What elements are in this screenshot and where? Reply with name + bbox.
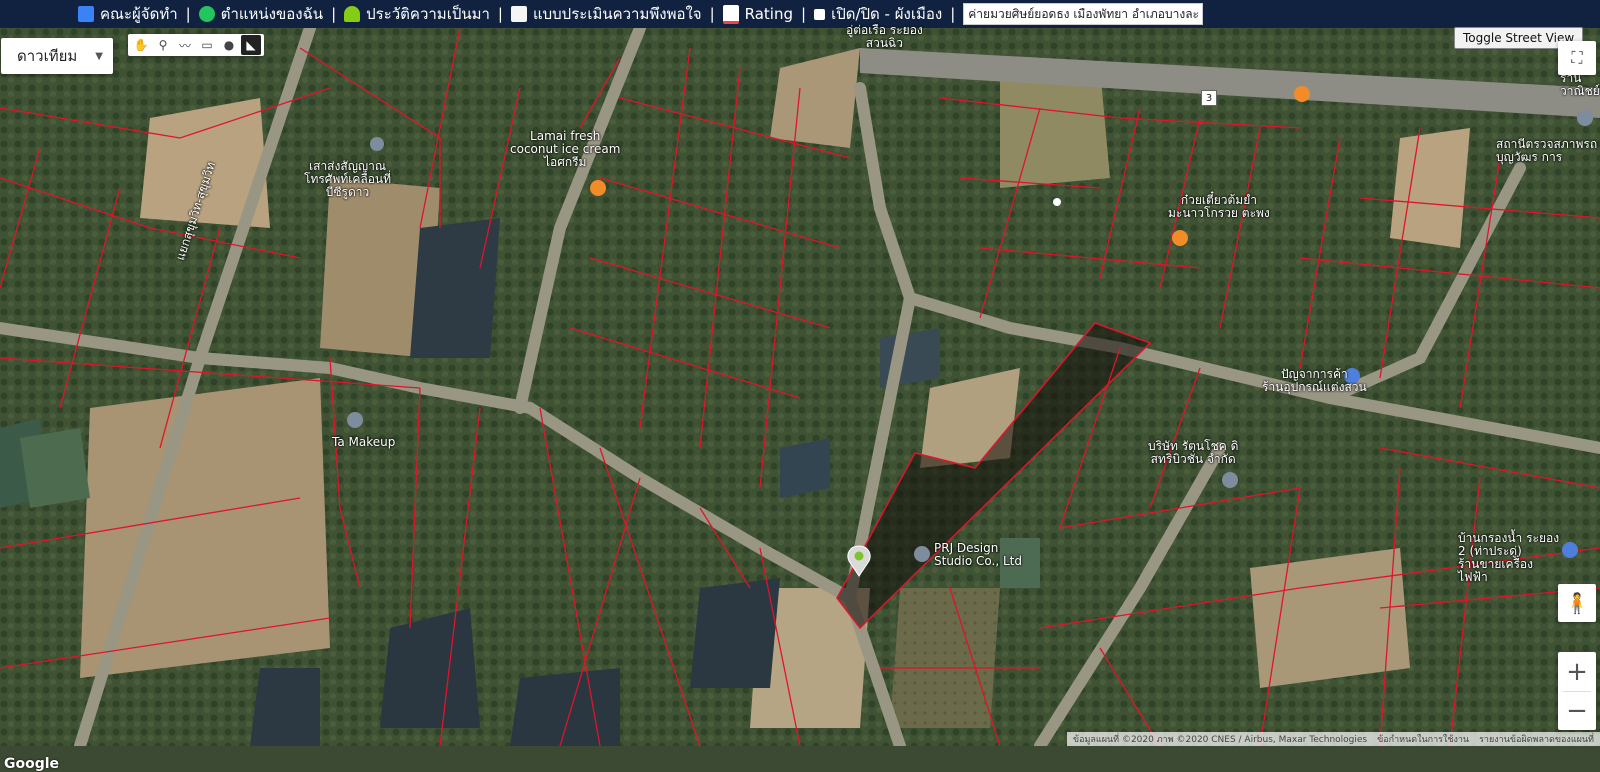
sprout-icon: [344, 6, 361, 22]
place-search-input[interactable]: [963, 3, 1204, 25]
globe-icon: [198, 6, 215, 22]
map-label-shop-right: ร้าน วาณิชย์: [1560, 72, 1600, 98]
google-logo: Google: [4, 756, 60, 772]
nav-item-rating[interactable]: Rating: [719, 4, 797, 24]
nav-label-team: คณะผู้จัดทำ: [100, 5, 178, 23]
polyline-icon[interactable]: 〰: [175, 35, 195, 55]
route-shield: 3: [1201, 90, 1217, 106]
map-label-ta-makeup: Ta Makeup: [332, 436, 395, 449]
nav-label-my-location: ตำแหน่งของฉัน: [220, 5, 324, 23]
map-label-text: บริษัท รัตนโชค ดิ สทริบิวชั่น จำกัด: [1148, 439, 1239, 466]
map-label-prj: PRJ Design Studio Co., Ltd: [934, 542, 1022, 568]
fullscreen-icon[interactable]: ⛶: [1558, 41, 1596, 75]
zoom-control: + −: [1558, 652, 1596, 730]
map-label-top-center: อู่ต่อเรือ ระยอง สวนฉิว: [846, 24, 923, 50]
map-label-lamai: Lamai fresh coconut ice cream ไอศกรีม: [510, 130, 620, 169]
map-label-text: เสาส่งสัญญาณ โทรศัพท์เคลื่อนที่ บีซีรูดา…: [304, 159, 392, 199]
nav-separator: |: [709, 5, 715, 23]
nav-separator: |: [331, 5, 337, 23]
map-label-text: Lamai fresh coconut ice cream ไอศกรีม: [510, 129, 621, 169]
terms-link[interactable]: ข้อกำหนดในการใช้งาน: [1377, 732, 1469, 746]
satellite-map[interactable]: Lamai fresh coconut ice cream ไอศกรีม ก๋…: [0, 22, 1600, 772]
map-type-select[interactable]: ดาวเทียม ▼: [1, 38, 113, 74]
map-label-station: สถานีตรวจสภาพรถ บุญวัฒร การ: [1496, 138, 1597, 164]
checkbox-icon[interactable]: [814, 8, 826, 20]
map-label-text: PRJ Design Studio Co., Ltd: [934, 541, 1022, 568]
polygon-icon[interactable]: ◣: [241, 35, 261, 55]
map-label-text: ปัญจาการค้า ร้านอุปกรณ์แต่งสวน: [1262, 367, 1367, 394]
map-attribution: ข้อมูลแผนที่ ©2020 ภาพ ©2020 CNES / Airb…: [1066, 732, 1600, 746]
nav-item-team[interactable]: คณะผู้จัดทำ: [74, 2, 182, 26]
map-type-label: ดาวเทียม: [17, 47, 78, 65]
zoom-out-button[interactable]: −: [1558, 692, 1596, 730]
map-label-text: บ้านกรองน้ำ ระยอง 2 (ท่าประดู่) ร้านขายเ…: [1458, 531, 1560, 584]
marker-icon[interactable]: ⚲: [153, 35, 173, 55]
circle-icon[interactable]: ●: [219, 35, 239, 55]
attribution-text: ข้อมูลแผนที่ ©2020 ภาพ ©2020 CNES / Airb…: [1072, 735, 1368, 745]
top-nav-bar: คณะผู้จัดทำ | ตำแหน่งของฉัน | ประวัติควา…: [0, 0, 1600, 28]
nav-item-history[interactable]: ประวัติความเป็นมา: [340, 2, 494, 26]
people-icon: [78, 6, 94, 22]
drawing-toolbar: ✋ ⚲ 〰 ▭ ● ◣: [128, 34, 264, 56]
nav-separator: |: [185, 5, 191, 23]
map-label-kuaytiew: ก๋วยเตี๋ยวต้มยำ มะนาวโกรวย ตะพง: [1168, 194, 1270, 220]
nav-item-survey[interactable]: แบบประเมินความพึงพอใจ: [507, 2, 706, 26]
map-label-text: ร้าน วาณิชย์: [1560, 71, 1600, 98]
map-label-text: อู่ต่อเรือ ระยอง สวนฉิว: [846, 23, 923, 50]
pegman-icon[interactable]: 🧍: [1558, 584, 1596, 622]
chevron-down-icon: ▼: [95, 50, 103, 62]
rectangle-icon[interactable]: ▭: [197, 35, 217, 55]
chart-icon: [722, 4, 739, 24]
memo-icon: [510, 6, 527, 22]
nav-separator: |: [950, 5, 956, 23]
nav-label-history: ประวัติความเป็นมา: [366, 5, 490, 23]
report-error-link[interactable]: รายงานข้อผิดพลาดของแผนที่: [1479, 732, 1594, 746]
hand-icon[interactable]: ✋: [131, 35, 151, 55]
zoom-in-button[interactable]: +: [1558, 653, 1596, 691]
map-label-company: บริษัท รัตนโชค ดิ สทริบิวชั่น จำกัด: [1148, 440, 1238, 466]
map-label-tower: เสาส่งสัญญาณ โทรศัพท์เคลื่อนที่ บีซีรูดา…: [304, 160, 391, 199]
map-label-panya: ปัญจาการค้า ร้านอุปกรณ์แต่งสวน: [1262, 368, 1367, 394]
map-label-baan: บ้านกรองน้ำ ระยอง 2 (ท่าประดู่) ร้านขายเ…: [1458, 532, 1559, 584]
nav-label-survey: แบบประเมินความพึงพอใจ: [532, 5, 702, 23]
nav-item-my-location[interactable]: ตำแหน่งของฉัน: [195, 2, 327, 26]
map-label-text: Ta Makeup: [332, 435, 396, 449]
map-label-text: ก๋วยเตี๋ยวต้มยำ มะนาวโกรวย ตะพง: [1168, 193, 1270, 220]
map-label-text: สถานีตรวจสภาพรถ บุญวัฒร การ: [1496, 137, 1598, 164]
nav-separator: |: [497, 5, 503, 23]
nav-label-rating: Rating: [744, 5, 794, 23]
nav-separator: |: [801, 5, 807, 23]
